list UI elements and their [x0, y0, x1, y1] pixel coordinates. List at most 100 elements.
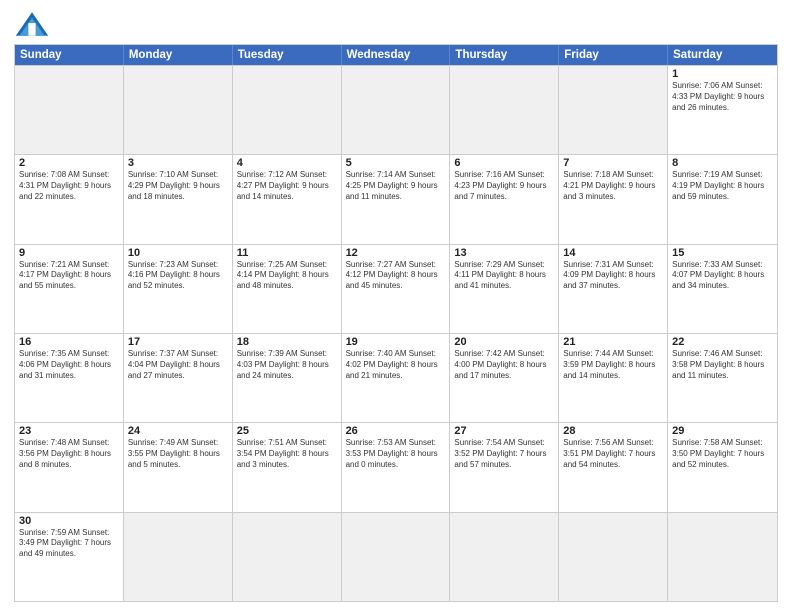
day-number: 3	[128, 157, 228, 169]
day-info: Sunrise: 7:31 AM Sunset: 4:09 PM Dayligh…	[563, 260, 663, 292]
day-info: Sunrise: 7:44 AM Sunset: 3:59 PM Dayligh…	[563, 349, 663, 381]
day-info: Sunrise: 7:49 AM Sunset: 3:55 PM Dayligh…	[128, 438, 228, 470]
empty-cell	[342, 513, 451, 601]
day-cell-18: 18Sunrise: 7:39 AM Sunset: 4:03 PM Dayli…	[233, 334, 342, 422]
day-number: 17	[128, 336, 228, 348]
day-cell-3: 3Sunrise: 7:10 AM Sunset: 4:29 PM Daylig…	[124, 155, 233, 243]
day-cell-25: 25Sunrise: 7:51 AM Sunset: 3:54 PM Dayli…	[233, 423, 342, 511]
day-cell-29: 29Sunrise: 7:58 AM Sunset: 3:50 PM Dayli…	[668, 423, 777, 511]
day-cell-30: 30Sunrise: 7:59 AM Sunset: 3:49 PM Dayli…	[15, 513, 124, 601]
day-number: 12	[346, 247, 446, 259]
week-row-2: 9Sunrise: 7:21 AM Sunset: 4:17 PM Daylig…	[15, 244, 777, 333]
header-day-friday: Friday	[559, 45, 668, 65]
week-row-5: 30Sunrise: 7:59 AM Sunset: 3:49 PM Dayli…	[15, 512, 777, 601]
day-info: Sunrise: 7:53 AM Sunset: 3:53 PM Dayligh…	[346, 438, 446, 470]
header-day-sunday: Sunday	[15, 45, 124, 65]
empty-cell	[15, 66, 124, 154]
day-info: Sunrise: 7:14 AM Sunset: 4:25 PM Dayligh…	[346, 170, 446, 202]
empty-cell	[124, 66, 233, 154]
day-info: Sunrise: 7:37 AM Sunset: 4:04 PM Dayligh…	[128, 349, 228, 381]
day-number: 28	[563, 425, 663, 437]
empty-cell	[559, 513, 668, 601]
day-cell-4: 4Sunrise: 7:12 AM Sunset: 4:27 PM Daylig…	[233, 155, 342, 243]
day-cell-22: 22Sunrise: 7:46 AM Sunset: 3:58 PM Dayli…	[668, 334, 777, 422]
empty-cell	[233, 513, 342, 601]
header-day-saturday: Saturday	[668, 45, 777, 65]
day-number: 25	[237, 425, 337, 437]
day-cell-16: 16Sunrise: 7:35 AM Sunset: 4:06 PM Dayli…	[15, 334, 124, 422]
day-cell-24: 24Sunrise: 7:49 AM Sunset: 3:55 PM Dayli…	[124, 423, 233, 511]
day-info: Sunrise: 7:12 AM Sunset: 4:27 PM Dayligh…	[237, 170, 337, 202]
day-number: 23	[19, 425, 119, 437]
day-number: 11	[237, 247, 337, 259]
day-cell-11: 11Sunrise: 7:25 AM Sunset: 4:14 PM Dayli…	[233, 245, 342, 333]
day-info: Sunrise: 7:18 AM Sunset: 4:21 PM Dayligh…	[563, 170, 663, 202]
day-number: 5	[346, 157, 446, 169]
day-info: Sunrise: 7:59 AM Sunset: 3:49 PM Dayligh…	[19, 528, 119, 560]
day-info: Sunrise: 7:25 AM Sunset: 4:14 PM Dayligh…	[237, 260, 337, 292]
day-number: 1	[672, 68, 773, 80]
day-number: 2	[19, 157, 119, 169]
day-info: Sunrise: 7:46 AM Sunset: 3:58 PM Dayligh…	[672, 349, 773, 381]
day-cell-12: 12Sunrise: 7:27 AM Sunset: 4:12 PM Dayli…	[342, 245, 451, 333]
day-info: Sunrise: 7:19 AM Sunset: 4:19 PM Dayligh…	[672, 170, 773, 202]
week-row-4: 23Sunrise: 7:48 AM Sunset: 3:56 PM Dayli…	[15, 422, 777, 511]
logo	[14, 10, 54, 38]
day-info: Sunrise: 7:23 AM Sunset: 4:16 PM Dayligh…	[128, 260, 228, 292]
day-cell-5: 5Sunrise: 7:14 AM Sunset: 4:25 PM Daylig…	[342, 155, 451, 243]
day-cell-8: 8Sunrise: 7:19 AM Sunset: 4:19 PM Daylig…	[668, 155, 777, 243]
day-number: 22	[672, 336, 773, 348]
header-day-monday: Monday	[124, 45, 233, 65]
empty-cell	[233, 66, 342, 154]
day-cell-1: 1Sunrise: 7:06 AM Sunset: 4:33 PM Daylig…	[668, 66, 777, 154]
day-cell-19: 19Sunrise: 7:40 AM Sunset: 4:02 PM Dayli…	[342, 334, 451, 422]
day-info: Sunrise: 7:29 AM Sunset: 4:11 PM Dayligh…	[454, 260, 554, 292]
day-info: Sunrise: 7:39 AM Sunset: 4:03 PM Dayligh…	[237, 349, 337, 381]
day-number: 18	[237, 336, 337, 348]
day-number: 26	[346, 425, 446, 437]
day-cell-6: 6Sunrise: 7:16 AM Sunset: 4:23 PM Daylig…	[450, 155, 559, 243]
day-number: 8	[672, 157, 773, 169]
day-number: 4	[237, 157, 337, 169]
calendar-body: 1Sunrise: 7:06 AM Sunset: 4:33 PM Daylig…	[15, 65, 777, 601]
calendar: SundayMondayTuesdayWednesdayThursdayFrid…	[14, 44, 778, 602]
day-info: Sunrise: 7:10 AM Sunset: 4:29 PM Dayligh…	[128, 170, 228, 202]
day-number: 20	[454, 336, 554, 348]
day-info: Sunrise: 7:35 AM Sunset: 4:06 PM Dayligh…	[19, 349, 119, 381]
calendar-header: SundayMondayTuesdayWednesdayThursdayFrid…	[15, 45, 777, 65]
day-info: Sunrise: 7:06 AM Sunset: 4:33 PM Dayligh…	[672, 81, 773, 113]
day-cell-20: 20Sunrise: 7:42 AM Sunset: 4:00 PM Dayli…	[450, 334, 559, 422]
day-number: 6	[454, 157, 554, 169]
day-cell-28: 28Sunrise: 7:56 AM Sunset: 3:51 PM Dayli…	[559, 423, 668, 511]
day-number: 10	[128, 247, 228, 259]
day-cell-7: 7Sunrise: 7:18 AM Sunset: 4:21 PM Daylig…	[559, 155, 668, 243]
day-info: Sunrise: 7:16 AM Sunset: 4:23 PM Dayligh…	[454, 170, 554, 202]
day-number: 13	[454, 247, 554, 259]
page: SundayMondayTuesdayWednesdayThursdayFrid…	[0, 0, 792, 612]
day-info: Sunrise: 7:40 AM Sunset: 4:02 PM Dayligh…	[346, 349, 446, 381]
week-row-3: 16Sunrise: 7:35 AM Sunset: 4:06 PM Dayli…	[15, 333, 777, 422]
empty-cell	[559, 66, 668, 154]
logo-icon	[14, 10, 50, 38]
day-number: 14	[563, 247, 663, 259]
day-number: 9	[19, 247, 119, 259]
day-cell-21: 21Sunrise: 7:44 AM Sunset: 3:59 PM Dayli…	[559, 334, 668, 422]
day-cell-15: 15Sunrise: 7:33 AM Sunset: 4:07 PM Dayli…	[668, 245, 777, 333]
day-cell-10: 10Sunrise: 7:23 AM Sunset: 4:16 PM Dayli…	[124, 245, 233, 333]
day-number: 21	[563, 336, 663, 348]
day-number: 15	[672, 247, 773, 259]
day-number: 16	[19, 336, 119, 348]
day-info: Sunrise: 7:58 AM Sunset: 3:50 PM Dayligh…	[672, 438, 773, 470]
day-info: Sunrise: 7:33 AM Sunset: 4:07 PM Dayligh…	[672, 260, 773, 292]
day-number: 29	[672, 425, 773, 437]
week-row-0: 1Sunrise: 7:06 AM Sunset: 4:33 PM Daylig…	[15, 65, 777, 154]
day-cell-23: 23Sunrise: 7:48 AM Sunset: 3:56 PM Dayli…	[15, 423, 124, 511]
empty-cell	[342, 66, 451, 154]
day-cell-17: 17Sunrise: 7:37 AM Sunset: 4:04 PM Dayli…	[124, 334, 233, 422]
day-info: Sunrise: 7:21 AM Sunset: 4:17 PM Dayligh…	[19, 260, 119, 292]
day-number: 30	[19, 515, 119, 527]
day-number: 27	[454, 425, 554, 437]
day-cell-27: 27Sunrise: 7:54 AM Sunset: 3:52 PM Dayli…	[450, 423, 559, 511]
day-info: Sunrise: 7:27 AM Sunset: 4:12 PM Dayligh…	[346, 260, 446, 292]
week-row-1: 2Sunrise: 7:08 AM Sunset: 4:31 PM Daylig…	[15, 154, 777, 243]
